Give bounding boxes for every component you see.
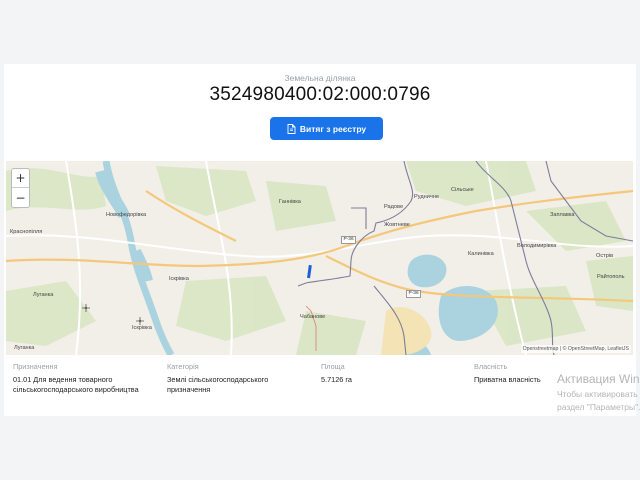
attribute-category: Категорія Землі сільськогосподарського п… [167,362,302,395]
road-shield: Р-36 [406,290,422,298]
map-label: Краснопілля [10,229,43,235]
attribute-value: 01.01 Для ведення товарного сільськогосп… [13,375,139,394]
map-tiles [6,161,633,355]
map-attribution[interactable]: Openstreetmap | © OpenStreetMap, Leaflet… [520,345,631,353]
attribute-label: Призначення [13,362,58,371]
map-label: Радове [384,204,404,210]
map-label: Сільське [451,187,474,193]
map-label: Луганка [14,345,35,351]
map-label: Райтополь [597,274,625,280]
map-label: Володимирівка [517,243,557,249]
parcel-map[interactable]: + − Новофедорівка Краснопілля Луганка Лу… [6,161,633,355]
document-icon [287,123,296,134]
registry-extract-label: Витяг з реєстру [299,123,367,134]
map-label: Ганнівка [279,199,301,205]
map-label: Іскрівка [132,325,152,331]
attribute-label: Власність [474,362,508,371]
windows-activation-watermark: Активация Windows Чтобы активировать Win… [557,372,640,412]
registry-extract-button[interactable]: Витяг з реєстру [270,117,383,140]
map-label: Новофедорівка [106,212,147,218]
watermark-title: Активация Windows [557,372,640,386]
map-label: Жовтневе [384,222,410,228]
map-label: Рудничне [414,194,439,200]
attribute-value: Приватна власність [474,375,541,384]
zoom-in-button[interactable]: + [12,169,29,188]
zoom-control: + − [11,168,30,208]
parcel-card: Земельна ділянка 3524980400:02:000:0796 … [4,64,636,416]
attribute-value: 5.7126 га [321,375,352,384]
attribute-area: Площа 5.7126 га [321,362,441,385]
map-label: Луганка [33,292,54,298]
watermark-line: Чтобы активировать Windows, [557,389,640,399]
attribute-ownership: Власність Приватна власність [474,362,564,385]
cadastral-number: 3524980400:02:000:0796 [209,84,431,105]
attribute-label: Категорія [167,362,199,371]
road-shield: Р-36 [341,236,357,244]
parcel-subtitle: Земельна ділянка [284,73,356,83]
zoom-out-button[interactable]: − [12,188,29,207]
attribute-value: Землі сільськогосподарського призначення [167,375,269,394]
map-label: Заплавка [550,212,575,218]
map-label: Острів [596,253,614,259]
map-label: Чабанове [300,314,326,320]
parcel-attributes: Призначення 01.01 Для ведення товарного … [4,362,636,416]
map-label: Калинівка [468,251,494,257]
attribute-label: Площа [321,362,345,371]
watermark-line: раздел "Параметры". [557,402,640,412]
attribute-purpose: Призначення 01.01 Для ведення товарного … [13,362,158,395]
map-label: Іскрівка [169,276,189,282]
